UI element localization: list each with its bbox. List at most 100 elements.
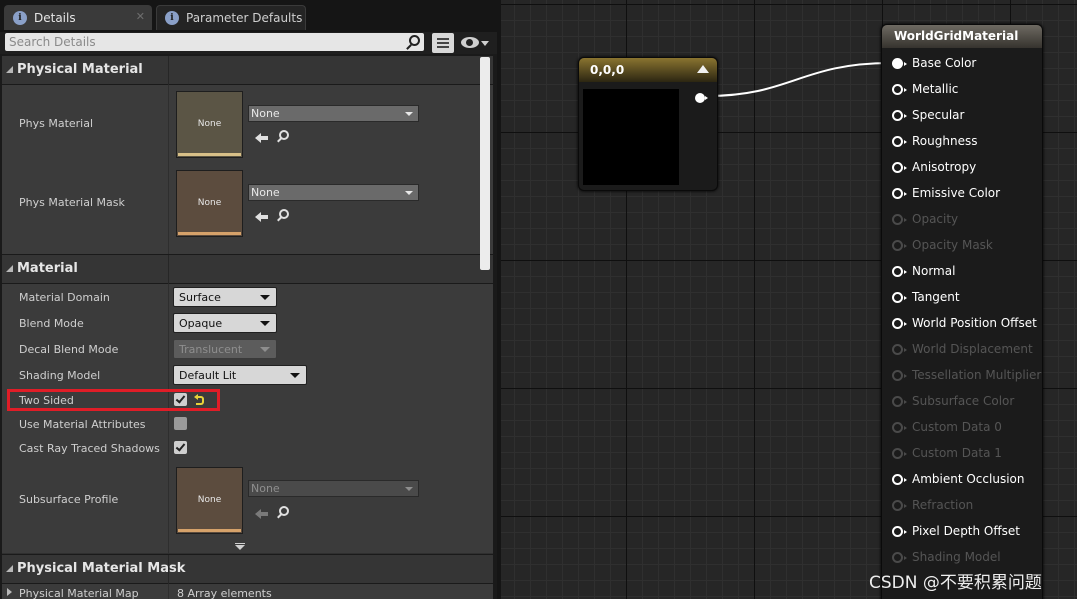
category-title: Physical Material Mask xyxy=(17,561,186,576)
pin-label: Refraction xyxy=(912,498,974,512)
list-view-icon[interactable] xyxy=(432,33,454,53)
shading-model-dropdown[interactable]: Default Lit xyxy=(173,365,307,385)
tab-details-label: Details xyxy=(34,11,76,25)
phys-material-mask-thumbnail[interactable]: None xyxy=(176,170,243,237)
use-selected-icon[interactable] xyxy=(255,505,268,519)
material-graph-canvas[interactable]: 0,0,0 WorldGridMaterial Base Color Metall… xyxy=(501,0,1077,599)
decal-blend-mode-dropdown[interactable]: Translucent xyxy=(173,339,277,359)
pin-label: Opacity xyxy=(912,212,959,226)
pin-icon[interactable] xyxy=(892,344,907,355)
pin-label: Custom Data 0 xyxy=(912,420,1002,434)
watermark-text: CSDN @不要积累问题 xyxy=(869,573,1042,593)
pin-label: Opacity Mask xyxy=(912,238,993,252)
pin-label: Base Color xyxy=(912,56,977,70)
constant-node-header[interactable]: 0,0,0 xyxy=(579,58,717,82)
pin-label: World Displacement xyxy=(912,342,1033,356)
pin-icon[interactable] xyxy=(892,552,907,563)
browse-icon[interactable] xyxy=(279,209,289,219)
use-material-attributes-label: Use Material Attributes xyxy=(19,418,146,431)
expand-arrow-icon[interactable] xyxy=(7,588,12,596)
phys-material-mask-combo[interactable]: None xyxy=(248,184,419,201)
material-domain-label: Material Domain xyxy=(19,291,110,304)
collapse-arrow-icon[interactable] xyxy=(6,265,13,272)
search-icon[interactable] xyxy=(409,35,420,46)
pin-icon[interactable] xyxy=(892,422,907,433)
collapse-arrow-icon[interactable] xyxy=(6,565,13,572)
collapse-arrow-icon[interactable] xyxy=(697,65,709,73)
pin-icon[interactable] xyxy=(892,500,907,511)
pin-label: World Position Offset xyxy=(912,316,1037,330)
phys-material-combo[interactable]: None xyxy=(248,105,419,122)
subsurface-profile-label: Subsurface Profile xyxy=(19,493,119,506)
shading-model-label: Shading Model xyxy=(19,369,101,382)
category-physical-material-mask[interactable]: Physical Material Mask xyxy=(2,554,493,585)
pin-icon[interactable] xyxy=(892,240,907,251)
pin-icon[interactable] xyxy=(892,188,907,199)
pin-icon[interactable] xyxy=(892,292,907,303)
info-icon: i xyxy=(13,11,27,25)
pin-label: Pixel Depth Offset xyxy=(912,524,1020,538)
tab-parameter-defaults[interactable]: i Parameter Defaults xyxy=(156,5,306,30)
details-content: Physical Material Phys Material None Non… xyxy=(2,55,493,599)
collapse-arrow-icon[interactable] xyxy=(6,66,13,73)
pin-icon[interactable] xyxy=(892,396,907,407)
material-domain-dropdown[interactable]: Surface xyxy=(173,287,277,307)
pin-label: Emissive Color xyxy=(912,186,1001,200)
phys-material-label: Phys Material xyxy=(19,117,94,130)
pin-icon[interactable] xyxy=(892,110,907,121)
eye-icon[interactable] xyxy=(461,37,481,49)
pin-icon[interactable] xyxy=(892,318,907,329)
pin-icon[interactable] xyxy=(892,266,907,277)
use-material-attributes-checkbox[interactable] xyxy=(174,417,187,430)
pin-icon[interactable] xyxy=(892,526,907,537)
physical-material-map-value: 8 Array elements xyxy=(177,587,272,599)
color-preview-swatch xyxy=(583,89,679,185)
expand-advanced-icon[interactable] xyxy=(235,545,245,550)
pin-label: Tangent xyxy=(912,290,960,304)
pin-label: Custom Data 1 xyxy=(912,446,1002,460)
pin-icon[interactable] xyxy=(892,448,907,459)
pin-label: Normal xyxy=(912,264,956,278)
pin-label: Ambient Occlusion xyxy=(912,472,1025,486)
constant-color-node[interactable]: 0,0,0 xyxy=(578,57,718,191)
blend-mode-dropdown[interactable]: Opaque xyxy=(173,313,277,333)
pin-icon[interactable] xyxy=(892,58,907,69)
use-selected-icon[interactable] xyxy=(255,208,268,222)
pin-icon[interactable] xyxy=(892,136,907,147)
two-sided-highlight-box xyxy=(7,389,220,411)
search-row xyxy=(0,32,497,54)
tab-bar: i Details ✕ i Parameter Defaults xyxy=(0,0,497,32)
phys-material-mask-label: Phys Material Mask xyxy=(19,196,125,209)
category-physical-material[interactable]: Physical Material xyxy=(2,55,493,86)
pin-icon[interactable] xyxy=(892,162,907,173)
pin-icon[interactable] xyxy=(892,84,907,95)
close-icon[interactable]: ✕ xyxy=(136,10,145,23)
category-material[interactable]: Material xyxy=(2,254,493,285)
phys-material-thumbnail[interactable]: None xyxy=(176,91,243,158)
cast-ray-traced-shadows-checkbox[interactable] xyxy=(174,441,187,454)
pin-label: Specular xyxy=(912,108,965,122)
physical-material-mask-rows: Physical Material Map 8 Array elements xyxy=(2,584,493,599)
pin-icon[interactable] xyxy=(892,474,907,485)
browse-icon[interactable] xyxy=(279,506,289,516)
material-rows: Material Domain Surface Blend Mode Opaqu… xyxy=(2,284,493,553)
category-title: Physical Material xyxy=(17,62,143,77)
pin-label: Anisotropy xyxy=(912,160,977,174)
subsurface-profile-combo[interactable]: None xyxy=(248,480,419,497)
browse-icon[interactable] xyxy=(279,130,289,140)
output-pin[interactable] xyxy=(695,93,708,103)
chevron-down-icon[interactable] xyxy=(481,41,489,46)
pin-label: Subsurface Color xyxy=(912,394,1015,408)
search-input[interactable] xyxy=(9,34,399,50)
pin-icon[interactable] xyxy=(892,214,907,225)
use-selected-icon[interactable] xyxy=(255,129,268,143)
material-node-header[interactable]: WorldGridMaterial xyxy=(882,25,1042,48)
tab-details[interactable]: i Details ✕ xyxy=(4,5,152,30)
cast-ray-traced-shadows-label: Cast Ray Traced Shadows xyxy=(19,442,160,455)
details-panel: i Details ✕ i Parameter Defaults Physica… xyxy=(0,0,497,599)
material-result-node[interactable]: WorldGridMaterial Base Color Metallic Spec… xyxy=(881,24,1043,599)
subsurface-profile-thumbnail[interactable]: None xyxy=(176,467,243,534)
tab-parameter-defaults-label: Parameter Defaults xyxy=(186,11,303,25)
scrollbar[interactable] xyxy=(480,57,490,270)
pin-icon[interactable] xyxy=(892,370,907,381)
